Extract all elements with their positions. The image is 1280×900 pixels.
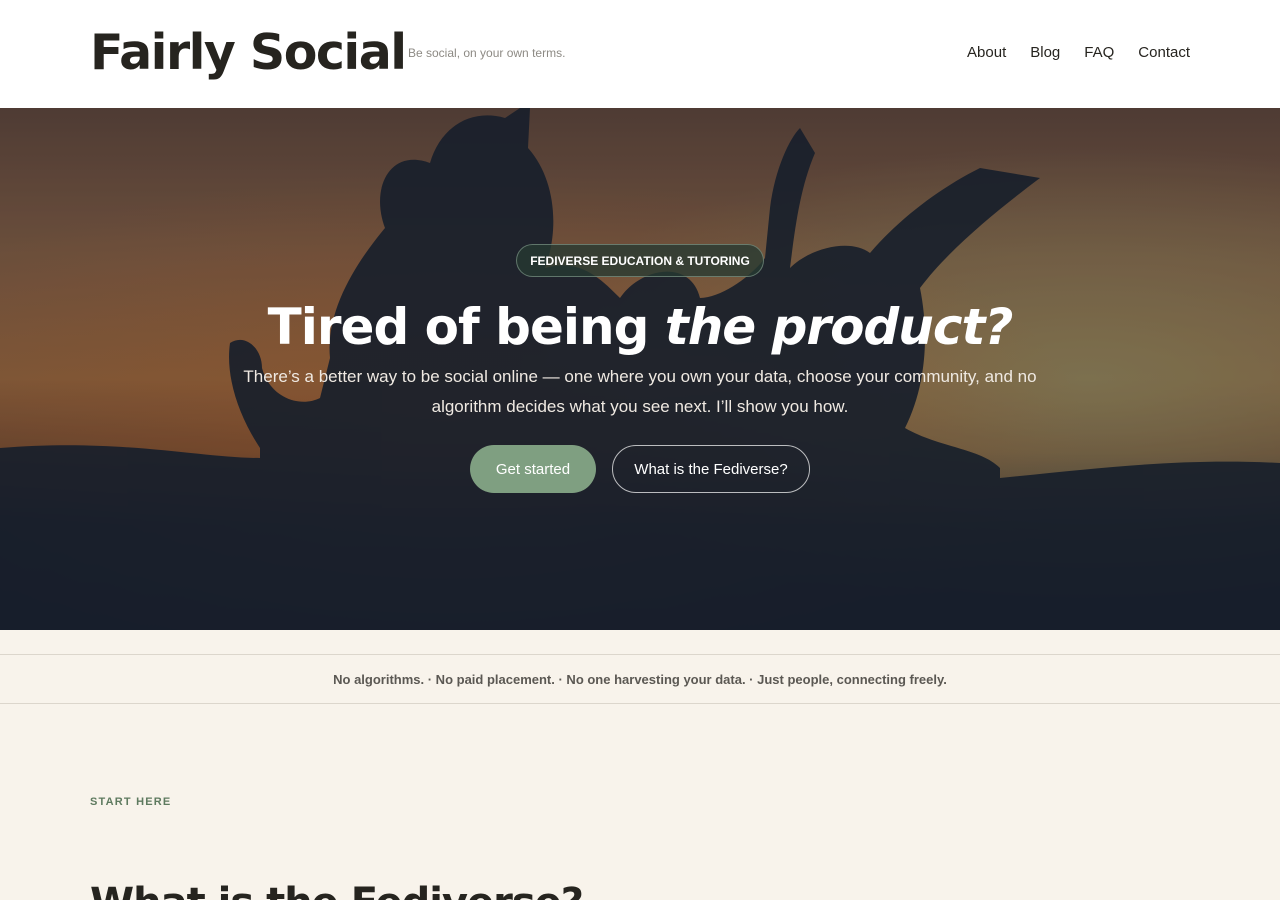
- site-title[interactable]: Fairly Social: [90, 24, 407, 81]
- hero-title-plain: Tired of being: [267, 298, 665, 356]
- get-started-button[interactable]: Get started: [470, 445, 596, 493]
- hero-section: FEDIVERSE EDUCATION & TUTORING Tired of …: [0, 108, 1280, 630]
- main-nav: About Blog FAQ Contact: [967, 44, 1190, 61]
- hero-title-emphasis: the product?: [664, 298, 1014, 356]
- site-tagline: Be social, on your own terms.: [408, 46, 566, 60]
- nav-link-faq[interactable]: FAQ: [1084, 44, 1114, 61]
- section-eyebrow: START HERE: [90, 796, 172, 808]
- what-is-fediverse-button[interactable]: What is the Fediverse?: [612, 445, 810, 493]
- nav-link-contact[interactable]: Contact: [1138, 44, 1190, 61]
- nav-link-about[interactable]: About: [967, 44, 1006, 61]
- values-strip: No algorithms. · No paid placement. · No…: [0, 654, 1280, 704]
- section-title: What is the Fediverse?: [90, 880, 584, 900]
- hero-lead: There’s a better way to be social online…: [243, 367, 1037, 416]
- site-header: Fairly Social Be social, on your own ter…: [0, 0, 1280, 108]
- hero-eyebrow-badge: FEDIVERSE EDUCATION & TUTORING: [516, 244, 764, 277]
- nav-link-blog[interactable]: Blog: [1030, 44, 1060, 61]
- hero-title: Tired of being the product?: [0, 298, 1280, 356]
